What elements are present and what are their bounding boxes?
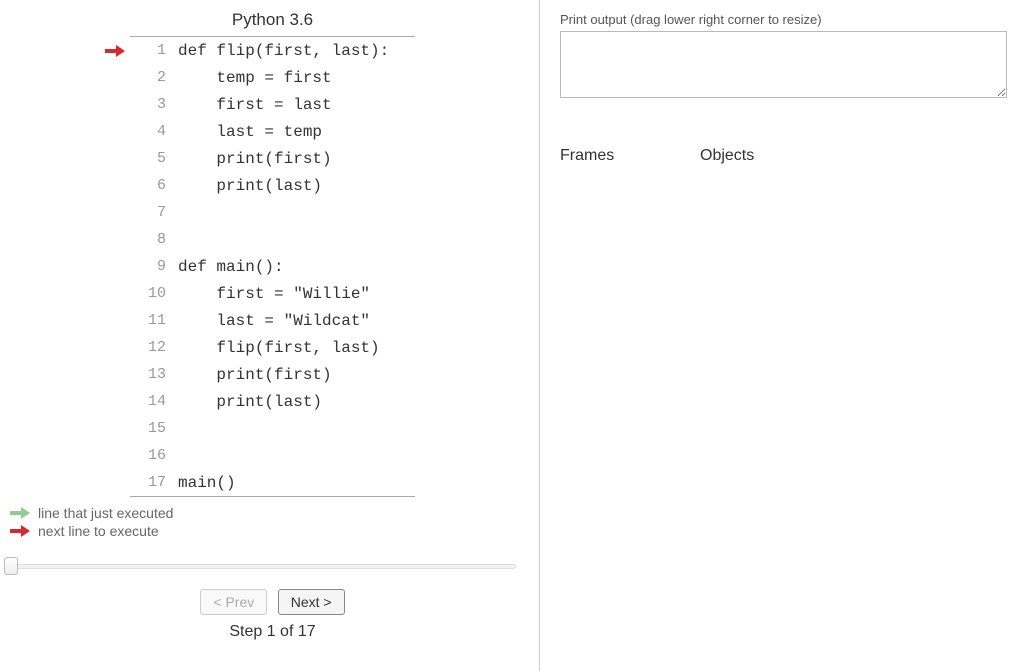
prev-button[interactable]: < Prev bbox=[200, 589, 267, 615]
line-number: 9 bbox=[130, 258, 178, 275]
code-panel: Python 3.6 1def flip(first, last):2 temp… bbox=[0, 0, 540, 671]
line-number: 8 bbox=[130, 231, 178, 248]
line-number: 10 bbox=[130, 285, 178, 302]
code-line: 7 bbox=[130, 199, 415, 226]
legend-next-line: next line to execute bbox=[38, 523, 159, 539]
line-number: 12 bbox=[130, 339, 178, 356]
code-line: 16 bbox=[130, 442, 415, 469]
code-line: 12 flip(first, last) bbox=[130, 334, 415, 361]
language-title: Python 3.6 bbox=[130, 10, 415, 36]
line-number: 2 bbox=[130, 69, 178, 86]
line-number: 6 bbox=[130, 177, 178, 194]
output-panel: Print output (drag lower right corner to… bbox=[540, 0, 1015, 671]
arrow-red-icon bbox=[10, 527, 30, 535]
code-text: last = temp bbox=[178, 123, 322, 141]
code-line: 1def flip(first, last): bbox=[130, 37, 415, 64]
code-text: print(first) bbox=[178, 150, 332, 168]
code-text: def flip(first, last): bbox=[178, 42, 389, 60]
code-line: 17main() bbox=[130, 469, 415, 496]
code-line: 2 temp = first bbox=[130, 64, 415, 91]
line-number: 11 bbox=[130, 312, 178, 329]
slider-thumb[interactable] bbox=[4, 557, 18, 575]
code-line: 14 print(last) bbox=[130, 388, 415, 415]
code-text: print(last) bbox=[178, 393, 322, 411]
print-output[interactable] bbox=[560, 31, 1007, 98]
code-text: first = "Willie" bbox=[178, 285, 370, 303]
line-number: 17 bbox=[130, 474, 178, 491]
code-text: main() bbox=[178, 474, 236, 492]
code-block: 1def flip(first, last):2 temp = first3 f… bbox=[130, 36, 415, 497]
arrow-green-icon bbox=[10, 509, 30, 517]
legend-just-executed: line that just executed bbox=[38, 505, 173, 521]
line-number: 13 bbox=[130, 366, 178, 383]
code-line: 8 bbox=[130, 226, 415, 253]
code-line: 9def main(): bbox=[130, 253, 415, 280]
code-line: 4 last = temp bbox=[130, 118, 415, 145]
code-line: 6 print(last) bbox=[130, 172, 415, 199]
code-text: temp = first bbox=[178, 69, 332, 87]
code-line: 11 last = "Wildcat" bbox=[130, 307, 415, 334]
line-number: 5 bbox=[130, 150, 178, 167]
frames-heading: Frames bbox=[560, 147, 700, 165]
code-line: 15 bbox=[130, 415, 415, 442]
step-label: Step 1 of 17 bbox=[130, 623, 415, 641]
output-label: Print output (drag lower right corner to… bbox=[560, 12, 1007, 27]
line-number: 14 bbox=[130, 393, 178, 410]
code-text: def main(): bbox=[178, 258, 284, 276]
current-line-arrow-icon bbox=[105, 47, 125, 55]
code-text: flip(first, last) bbox=[178, 339, 380, 357]
line-number: 3 bbox=[130, 96, 178, 113]
code-line: 10 first = "Willie" bbox=[130, 280, 415, 307]
line-number: 16 bbox=[130, 447, 178, 464]
line-number: 1 bbox=[130, 42, 178, 59]
step-slider[interactable] bbox=[4, 557, 524, 575]
code-line: 13 print(first) bbox=[130, 361, 415, 388]
code-line: 3 first = last bbox=[130, 91, 415, 118]
code-text: first = last bbox=[178, 96, 332, 114]
code-text: print(first) bbox=[178, 366, 332, 384]
line-number: 7 bbox=[130, 204, 178, 221]
objects-heading: Objects bbox=[700, 147, 754, 165]
code-text: last = "Wildcat" bbox=[178, 312, 370, 330]
code-text: print(last) bbox=[178, 177, 322, 195]
step-controls: < Prev Next > bbox=[130, 589, 415, 615]
line-number: 4 bbox=[130, 123, 178, 140]
code-line: 5 print(first) bbox=[130, 145, 415, 172]
line-number: 15 bbox=[130, 420, 178, 437]
next-button[interactable]: Next > bbox=[278, 589, 345, 615]
legend: line that just executed next line to exe… bbox=[10, 505, 539, 539]
